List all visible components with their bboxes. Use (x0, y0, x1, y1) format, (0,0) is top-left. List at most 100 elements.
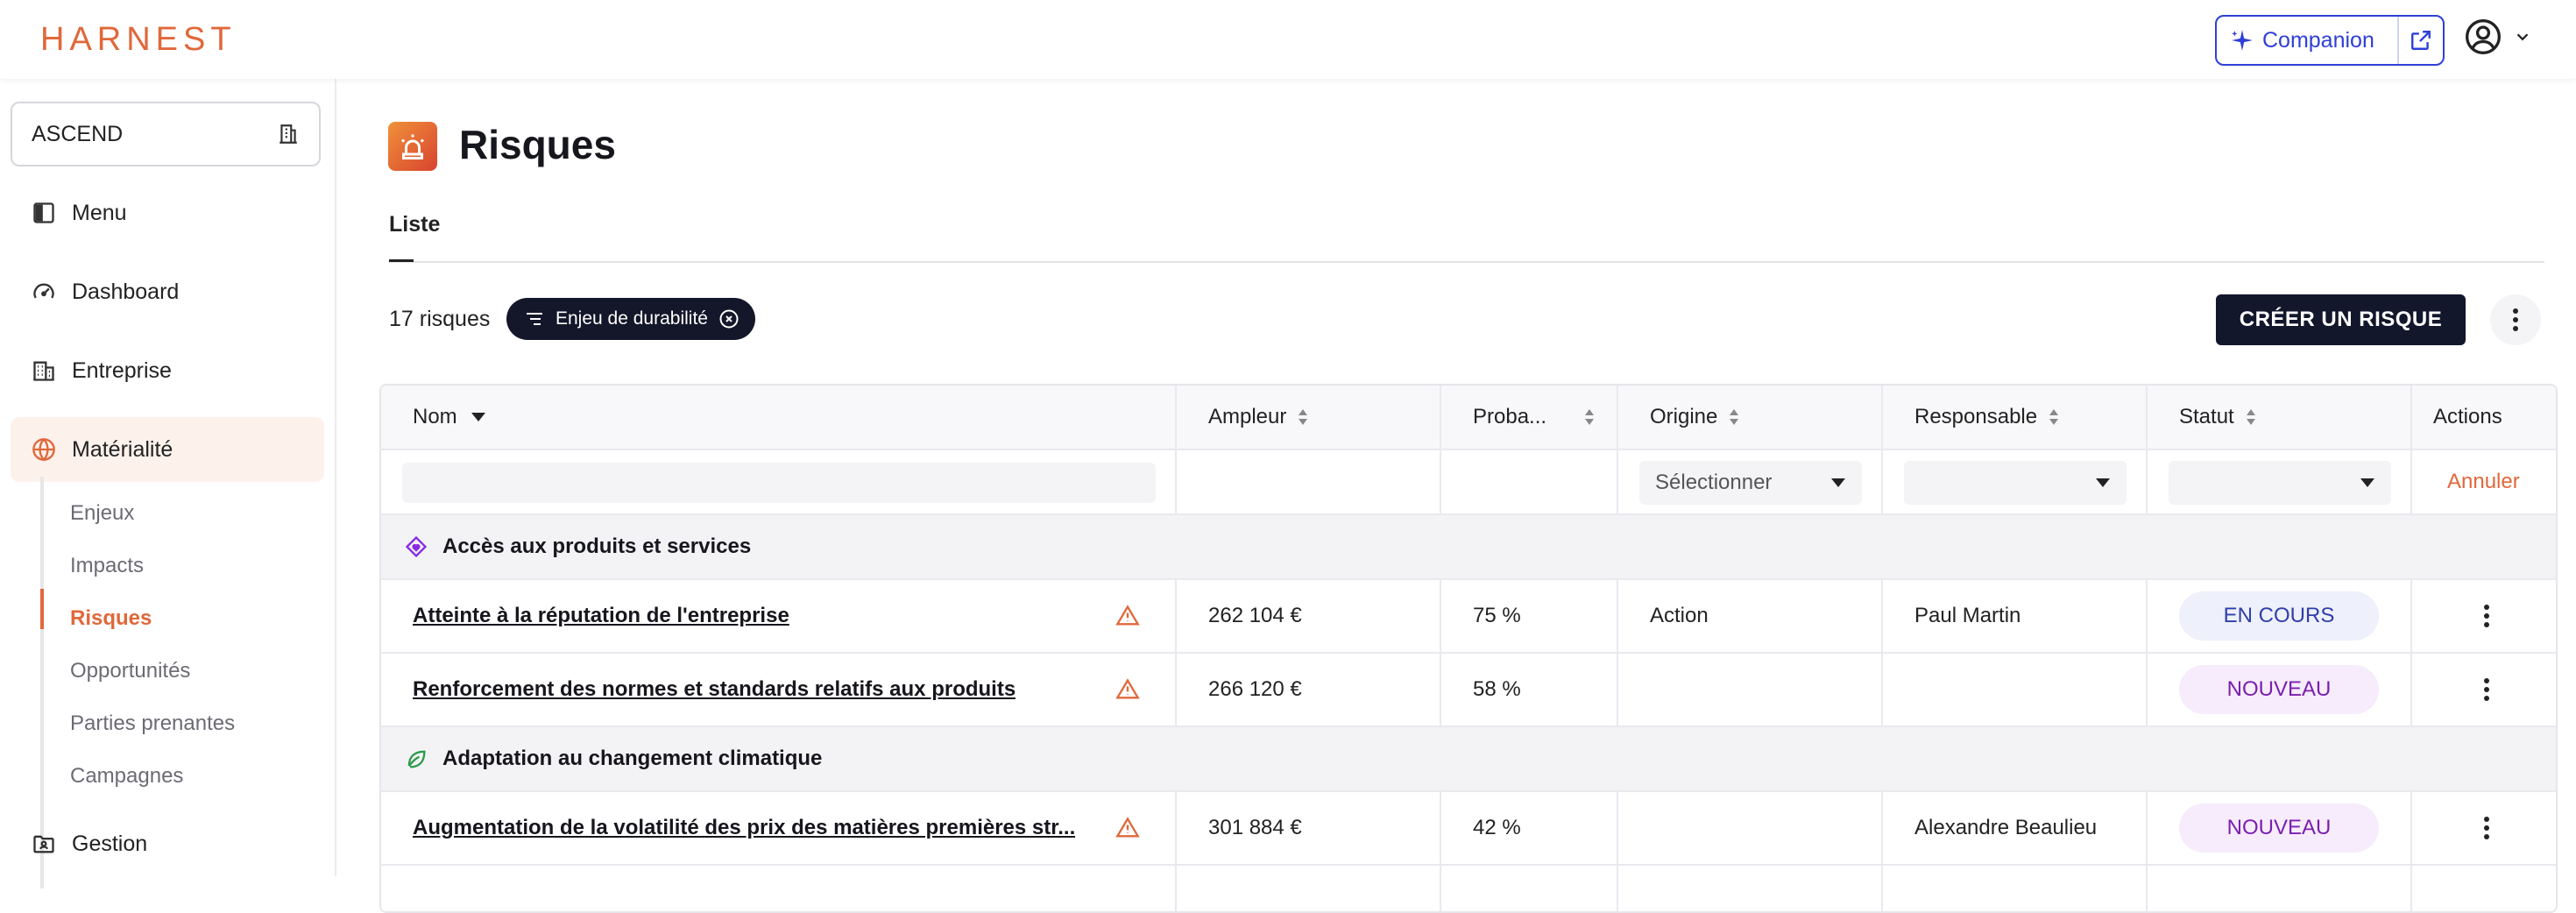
responsable-cell: Alexandre Beaulieu (1883, 792, 2148, 864)
group-label: Accès aux produits et services (442, 534, 752, 558)
column-header-actions: Actions (2433, 405, 2502, 428)
leaf-icon (407, 750, 426, 768)
status-badge: EN COURS (2179, 591, 2379, 641)
table-row[interactable] (381, 866, 2556, 911)
column-header-ampleur[interactable]: Ampleur (1177, 386, 1441, 449)
sort-desc-icon (471, 413, 485, 421)
top-bar: HARNEST Companion (0, 0, 2576, 79)
external-link-button[interactable] (2399, 17, 2443, 64)
external-link-icon (2411, 31, 2431, 50)
sidebar-item-label: Menu (72, 200, 127, 225)
sidebar-item-label: Gestion (72, 831, 148, 856)
nom-filter-input[interactable] (402, 463, 1156, 503)
filter-chip[interactable]: Enjeu de durabilité (506, 298, 755, 340)
sort-icon (2049, 409, 2059, 425)
create-risk-button[interactable]: CRÉER UN RISQUE (2216, 294, 2466, 345)
table-row[interactable]: Atteinte à la réputation de l'entreprise… (381, 580, 2556, 654)
warning-triangle-icon (1115, 605, 1140, 626)
caret-down-icon (1831, 478, 1845, 487)
user-avatar-icon (2466, 19, 2501, 54)
sidebar-subitem-risques[interactable]: Risques (70, 606, 152, 631)
caret-down-icon (2096, 478, 2110, 487)
warning-triangle-icon (1115, 817, 1140, 838)
status-badge: NOUVEAU (2179, 665, 2379, 714)
sort-icon (1585, 409, 1594, 425)
gauge-icon (33, 283, 54, 299)
table-row[interactable]: Renforcement des normes et standards rel… (381, 654, 2556, 727)
close-circle-icon[interactable] (718, 308, 740, 329)
more-vertical-icon (2513, 308, 2518, 331)
warning-triangle-icon (1115, 678, 1140, 699)
table-filter-row: Sélectionner Annuler (381, 450, 2556, 515)
group-row[interactable]: Accès aux produits et services (381, 515, 2556, 580)
app-logo[interactable]: HARNEST (40, 21, 237, 59)
row-actions-button[interactable] (2484, 605, 2489, 627)
origine-cell (1618, 654, 1883, 725)
chevron-down-icon (2516, 33, 2529, 41)
sidebar-subitem-parties-prenantes[interactable]: Parties prenantes (70, 711, 235, 736)
tab-liste[interactable]: Liste (389, 212, 440, 237)
sidebar-subitem-campagnes[interactable]: Campagnes (70, 764, 183, 789)
sidebar-subitem-enjeux[interactable]: Enjeux (70, 501, 134, 526)
sidebar-subitem-opportunites[interactable]: Opportunités (70, 659, 190, 683)
sidebar-item-dashboard[interactable]: Dashboard (11, 259, 324, 324)
sidebar-item-gestion[interactable]: Gestion (11, 811, 324, 876)
sidebar: ASCEND Menu Dashboard Entreprise Matéria… (0, 79, 336, 888)
status-badge: NOUVEAU (2179, 803, 2379, 853)
page-title: Risques (459, 122, 616, 167)
sidebar-item-entreprise[interactable]: Entreprise (11, 338, 324, 403)
row-actions-button[interactable] (2484, 817, 2489, 839)
column-header-origine[interactable]: Origine (1618, 386, 1883, 449)
probabilite-cell: 42 % (1441, 792, 1618, 864)
column-header-nom[interactable]: Nom (381, 386, 1177, 449)
column-header-responsable[interactable]: Responsable (1883, 386, 2148, 449)
companion-button-group: Companion (2215, 15, 2445, 66)
group-label: Adaptation au changement climatique (442, 747, 823, 770)
risk-name-link[interactable]: Atteinte à la réputation de l'entreprise (413, 604, 789, 628)
probabilite-cell: 58 % (1441, 654, 1618, 725)
active-tab-indicator (389, 259, 414, 262)
sidebar-item-label: Dashboard (72, 279, 180, 304)
sidebar-item-menu[interactable]: Menu (11, 180, 324, 245)
group-row[interactable]: Adaptation au changement climatique (381, 727, 2556, 792)
sidebar-item-materialite[interactable]: Matérialité (11, 417, 324, 482)
responsable-cell (1883, 654, 2148, 725)
subnav-active-indicator (40, 589, 44, 629)
responsable-filter-select[interactable] (1904, 461, 2127, 505)
sort-icon (1299, 409, 1308, 425)
tag-heart-icon (405, 535, 428, 558)
folder-user-icon (33, 835, 54, 853)
companion-label: Companion (2262, 27, 2374, 53)
origine-filter-select[interactable]: Sélectionner (1639, 461, 1862, 505)
column-header-statut[interactable]: Statut (2148, 386, 2412, 449)
origine-cell: Action (1618, 580, 1883, 652)
office-building-icon (33, 361, 54, 381)
organization-name: ASCEND (32, 121, 124, 146)
risk-siren-icon (388, 122, 437, 171)
globe-icon (32, 438, 55, 462)
building-icon (280, 124, 297, 144)
page-more-button[interactable] (2490, 294, 2541, 345)
sort-icon (1730, 409, 1739, 425)
sidebar-subitem-impacts[interactable]: Impacts (70, 554, 144, 578)
ampleur-cell: 262 104 € (1177, 580, 1441, 652)
statut-filter-select[interactable] (2169, 461, 2391, 505)
sidebar-item-label: Entreprise (72, 357, 172, 383)
risks-table: Nom Ampleur Proba... Origine Responsable… (379, 384, 2558, 913)
filter-lines-icon (527, 313, 542, 325)
risk-name-link[interactable]: Augmentation de la volatilité des prix d… (413, 816, 1075, 840)
table-row[interactable]: Augmentation de la volatilité des prix d… (381, 792, 2556, 866)
column-header-probabilite[interactable]: Proba... (1441, 386, 1618, 449)
companion-button[interactable]: Companion (2217, 17, 2399, 64)
row-actions-button[interactable] (2484, 678, 2489, 701)
organization-selector[interactable]: ASCEND (11, 102, 321, 166)
tabs-divider (389, 261, 2544, 263)
sort-icon (2246, 409, 2255, 425)
origine-cell (1618, 792, 1883, 864)
user-menu[interactable] (2464, 18, 2532, 56)
table-header-row: Nom Ampleur Proba... Origine Responsable… (381, 386, 2556, 450)
risk-name-link[interactable]: Renforcement des normes et standards rel… (413, 677, 1016, 702)
ampleur-cell: 266 120 € (1177, 654, 1441, 725)
filter-chip-label: Enjeu de durabilité (556, 308, 708, 329)
cancel-filters-link[interactable]: Annuler (2447, 470, 2520, 494)
